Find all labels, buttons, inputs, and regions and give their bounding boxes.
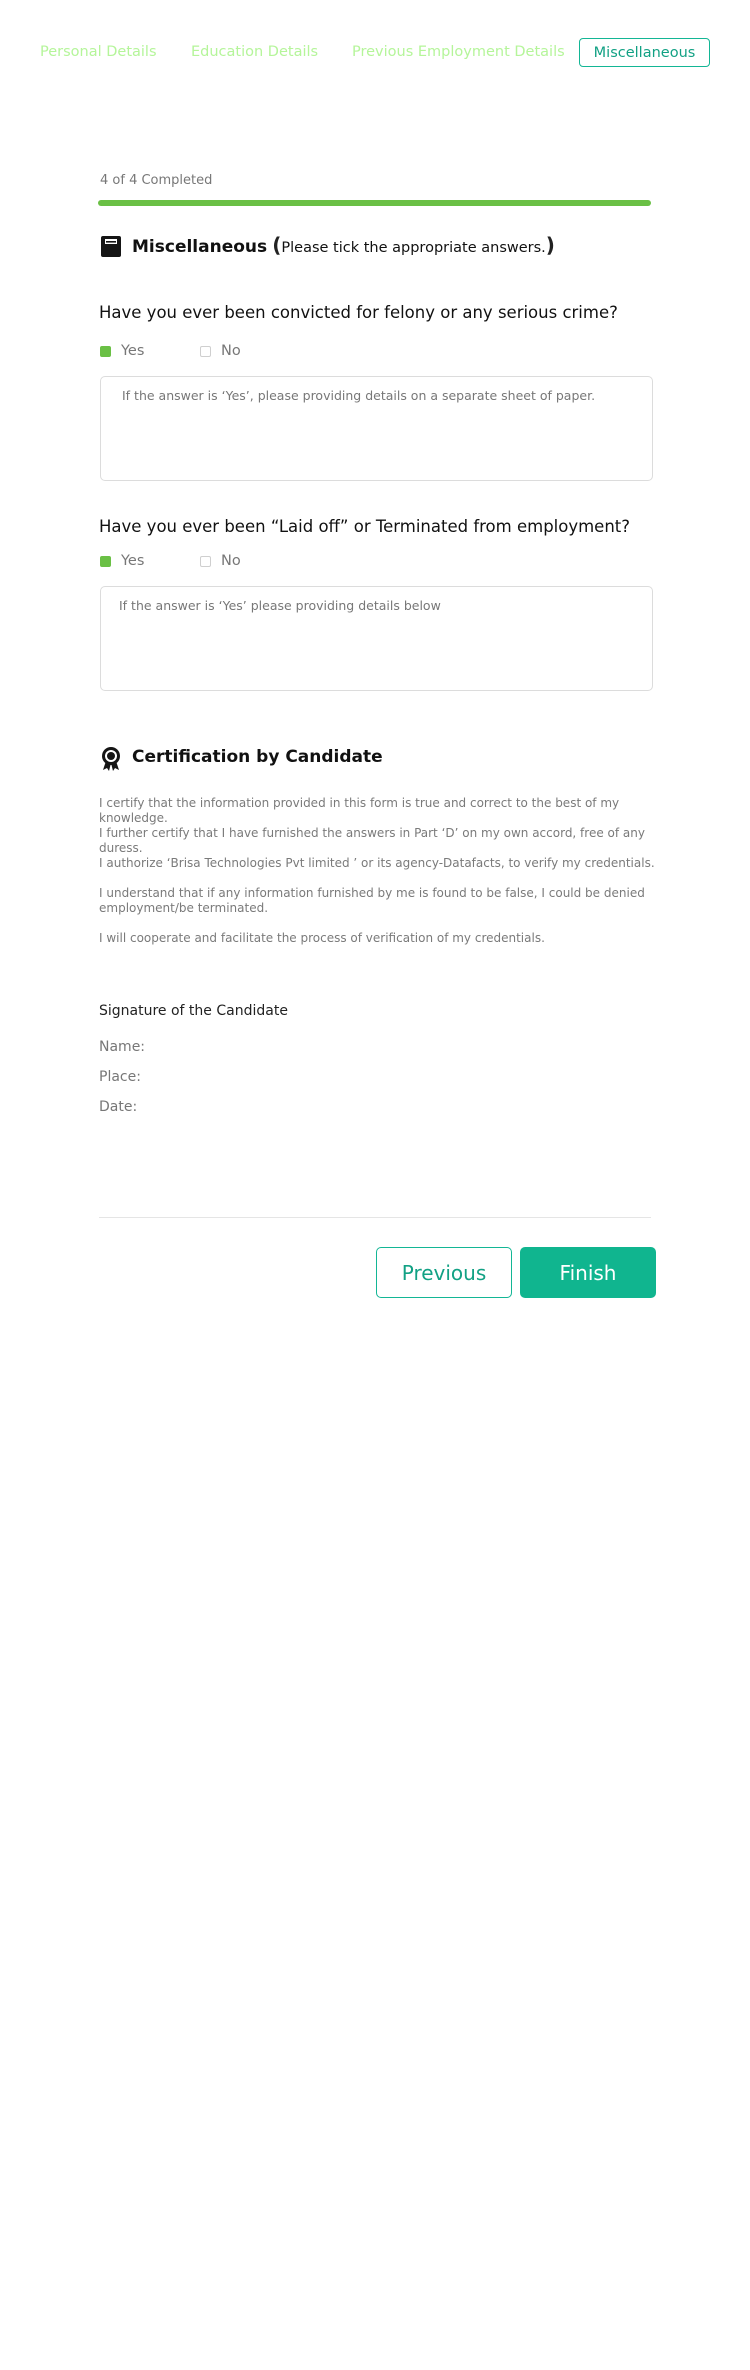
option-label: No: [221, 343, 241, 359]
previous-button[interactable]: Previous: [376, 1247, 512, 1298]
tab-personal-details[interactable]: Personal Details: [40, 44, 157, 60]
laid-off-details-textarea[interactable]: If the answer is ‘Yes’ please providing …: [100, 586, 653, 691]
finish-button[interactable]: Finish: [520, 1247, 656, 1298]
certification-line: I will cooperate and facilitate the proc…: [99, 931, 545, 945]
signature-date-label: Date:: [99, 1099, 138, 1115]
option-label: No: [221, 553, 241, 569]
tab-miscellaneous[interactable]: Miscellaneous: [579, 38, 710, 67]
option-laid-off-no[interactable]: No: [200, 553, 241, 569]
certification-line: I further certify that I have furnished …: [99, 826, 645, 855]
option-label: Yes: [121, 343, 145, 359]
option-felony-yes[interactable]: Yes: [100, 343, 144, 359]
felony-details-textarea[interactable]: If the answer is ‘Yes’, please providing…: [100, 376, 653, 481]
progress-text: 4 of 4 Completed: [100, 173, 213, 188]
signature-place-label: Place:: [99, 1069, 141, 1085]
misc-open-paren: (: [272, 233, 282, 257]
tab-education-details[interactable]: Education Details: [191, 44, 318, 60]
signature-title: Signature of the Candidate: [99, 1003, 288, 1019]
certification-line: I authorize ‘Brisa Technologies Pvt limi…: [99, 856, 655, 870]
checkbox-laid-off-no[interactable]: [200, 555, 211, 567]
option-label: Yes: [121, 553, 145, 569]
checkbox-laid-off-yes[interactable]: [100, 555, 111, 567]
misc-title: Miscellaneous: [132, 237, 268, 257]
misc-section-heading: Miscellaneous (Please tick the appropria…: [132, 233, 555, 257]
question-felony: Have you ever been convicted for felony …: [99, 303, 618, 322]
checkbox-felony-no[interactable]: [200, 345, 211, 357]
certification-line: I certify that the information provided …: [99, 796, 620, 825]
certification-line: I understand that if any information fur…: [99, 886, 645, 915]
checkbox-felony-yes[interactable]: [100, 345, 111, 357]
certification-title: Certification by Candidate: [132, 747, 383, 767]
tab-previous-employment-details[interactable]: Previous Employment Details: [352, 44, 565, 60]
question-laid-off: Have you ever been “Laid off” or Termina…: [99, 517, 631, 536]
divider: [99, 1217, 651, 1218]
folder-icon: [100, 234, 122, 258]
misc-note: Please tick the appropriate answers.: [281, 240, 546, 256]
award-badge-icon: [100, 746, 122, 772]
progress-bar: [98, 200, 651, 206]
signature-name-label: Name:: [99, 1039, 146, 1055]
progress-bar-fill: [98, 200, 651, 206]
option-felony-no[interactable]: No: [200, 343, 241, 359]
misc-close-paren: ): [545, 233, 555, 257]
option-laid-off-yes[interactable]: Yes: [100, 553, 144, 569]
